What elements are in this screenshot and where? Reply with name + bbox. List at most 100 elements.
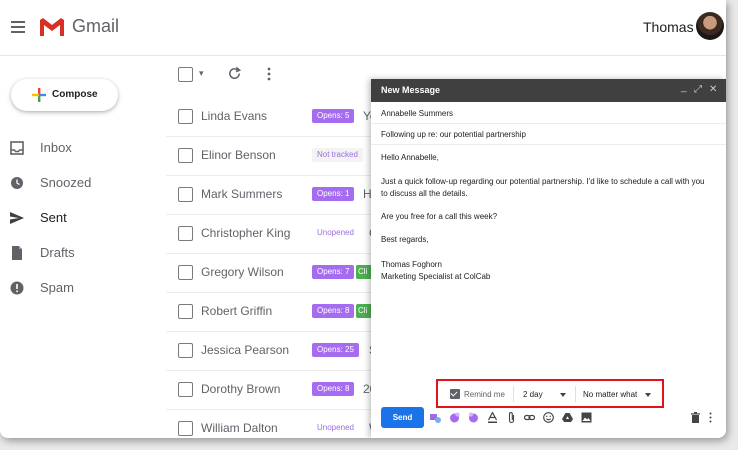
row-checkbox[interactable]: [178, 148, 193, 163]
draft-icon: [12, 246, 22, 260]
sender-name: Mark Summers: [201, 187, 283, 201]
send-button[interactable]: Send: [381, 407, 424, 428]
compose-header[interactable]: New Message _ ⤢ ✕: [371, 79, 726, 102]
body-question: Are you free for a call this week?: [381, 212, 498, 221]
brand-name: Gmail: [72, 16, 120, 36]
chevron-down-icon[interactable]: [560, 393, 566, 397]
reminder-condition-select[interactable]: No matter what: [583, 390, 637, 399]
text-format-icon[interactable]: [487, 412, 498, 423]
clock-icon: [11, 177, 23, 189]
table-row[interactable]: Robert Griffin Opens: 8 Cli: [166, 292, 376, 332]
status-badge: Unopened: [312, 226, 359, 240]
inbox-icon: [10, 141, 24, 155]
divider: [513, 386, 514, 402]
compose-label: Compose: [52, 89, 98, 100]
body-signoff: Best regards,: [381, 235, 429, 244]
signature-title: Marketing Specialist at ColCab: [381, 272, 491, 281]
sender-name: Robert Griffin: [201, 304, 273, 318]
spam-icon: [10, 281, 24, 295]
table-row[interactable]: Jessica Pearson Opens: 25 S: [166, 331, 377, 371]
reminder-bar: Remind me 2 day No matter what: [436, 379, 664, 408]
subject-field[interactable]: Following up re: our potential partnersh…: [381, 129, 526, 141]
status-badge: Opens: 25: [312, 343, 359, 357]
sidebar-item-spam[interactable]: Spam: [10, 279, 160, 299]
row-checkbox[interactable]: [178, 109, 193, 124]
status-badge: Opens: 8: [312, 382, 355, 396]
more-options-icon[interactable]: [708, 412, 713, 423]
sidebar-item-snoozed[interactable]: Snoozed: [10, 174, 160, 194]
table-row[interactable]: Mark Summers Opens: 1 H: [166, 175, 376, 215]
table-row[interactable]: Linda Evans Opens: 5 Yo: [166, 97, 377, 137]
sidebar-item-inbox[interactable]: Inbox: [10, 139, 160, 159]
table-row[interactable]: Elinor Benson Not tracked: [166, 136, 376, 176]
tracking-icon[interactable]: [430, 412, 441, 423]
sequence-icon[interactable]: [468, 412, 479, 423]
sidebar-item-label: Inbox: [40, 140, 72, 155]
close-icon[interactable]: ✕: [709, 84, 717, 95]
select-dropdown-icon[interactable]: ▾: [199, 68, 204, 79]
plus-icon: [32, 88, 46, 102]
sender-name: Jessica Pearson: [201, 343, 290, 357]
table-row[interactable]: Christopher King Unopened C: [166, 214, 378, 254]
minimize-icon[interactable]: _: [681, 82, 687, 93]
refresh-icon[interactable]: [227, 66, 242, 81]
status-badge: Opens: 5: [312, 109, 355, 123]
sidebar-item-sent[interactable]: Sent: [10, 209, 160, 229]
more-options-icon[interactable]: [265, 67, 273, 81]
photo-icon[interactable]: [581, 412, 592, 423]
chevron-down-icon[interactable]: [645, 393, 651, 397]
row-checkbox[interactable]: [178, 265, 193, 280]
body-paragraph-line1: Just a quick follow-up regarding our pot…: [381, 177, 705, 186]
table-row[interactable]: Gregory Wilson Opens: 7 Cli: [166, 253, 376, 293]
status-badge: Unopened: [312, 421, 359, 435]
sender-name: Linda Evans: [201, 109, 268, 123]
link-icon[interactable]: [524, 412, 535, 423]
avatar[interactable]: [696, 12, 724, 40]
table-row[interactable]: Dorothy Brown Opens: 8 20: [166, 370, 376, 410]
sender-name: Gregory Wilson: [201, 265, 284, 279]
status-badge: Opens: 8: [312, 304, 355, 318]
sidebar-item-label: Drafts: [40, 245, 75, 260]
status-badge: Opens: 7: [312, 265, 355, 279]
status-badge: Not tracked: [312, 148, 363, 162]
row-checkbox[interactable]: [178, 187, 193, 202]
divider: [371, 144, 726, 145]
template-icon[interactable]: [449, 412, 460, 423]
send-icon: [10, 212, 24, 224]
row-checkbox[interactable]: [178, 382, 193, 397]
user-name: Thomas: [643, 19, 694, 35]
table-row[interactable]: William Dalton Unopened W: [166, 409, 380, 438]
sidebar-item-label: Snoozed: [40, 175, 92, 190]
attachment-icon[interactable]: [506, 412, 517, 423]
gmail-logo-icon: [40, 18, 64, 36]
reminder-delay-select[interactable]: 2 day: [523, 390, 543, 399]
status-badge: Opens: 1: [312, 187, 355, 201]
compose-button[interactable]: Compose: [11, 79, 118, 111]
sender-name: Elinor Benson: [201, 148, 276, 162]
drive-icon[interactable]: [562, 412, 573, 423]
reminder-label: Remind me: [464, 390, 505, 399]
expand-icon[interactable]: ⤢: [694, 84, 702, 95]
sender-name: Christopher King: [201, 226, 291, 240]
menu-icon[interactable]: [11, 21, 25, 33]
row-checkbox[interactable]: [178, 343, 193, 358]
row-checkbox[interactable]: [178, 304, 193, 319]
reminder-checkbox[interactable]: [450, 389, 460, 399]
emoji-icon[interactable]: [543, 412, 554, 423]
sidebar-item-drafts[interactable]: Drafts: [10, 244, 160, 264]
top-bar: Gmail Thomas: [0, 0, 726, 56]
compose-title: New Message: [381, 85, 441, 95]
row-checkbox[interactable]: [178, 421, 193, 436]
row-checkbox[interactable]: [178, 226, 193, 241]
signature-name: Thomas Foghorn: [381, 260, 442, 269]
recipient-field[interactable]: Annabelle Summers: [381, 108, 453, 120]
divider: [371, 123, 726, 124]
select-all-checkbox[interactable]: [178, 67, 193, 82]
trash-icon[interactable]: [690, 412, 701, 423]
sidebar-item-label: Spam: [40, 280, 74, 295]
sender-name: Dorothy Brown: [201, 382, 281, 396]
sidebar-item-label: Sent: [40, 210, 67, 225]
body-paragraph-line2: to discuss all the details.: [381, 189, 468, 198]
gmail-window: Gmail Thomas Compose Inbox Snoozed Sent …: [0, 0, 726, 438]
sender-name: William Dalton: [201, 421, 278, 435]
